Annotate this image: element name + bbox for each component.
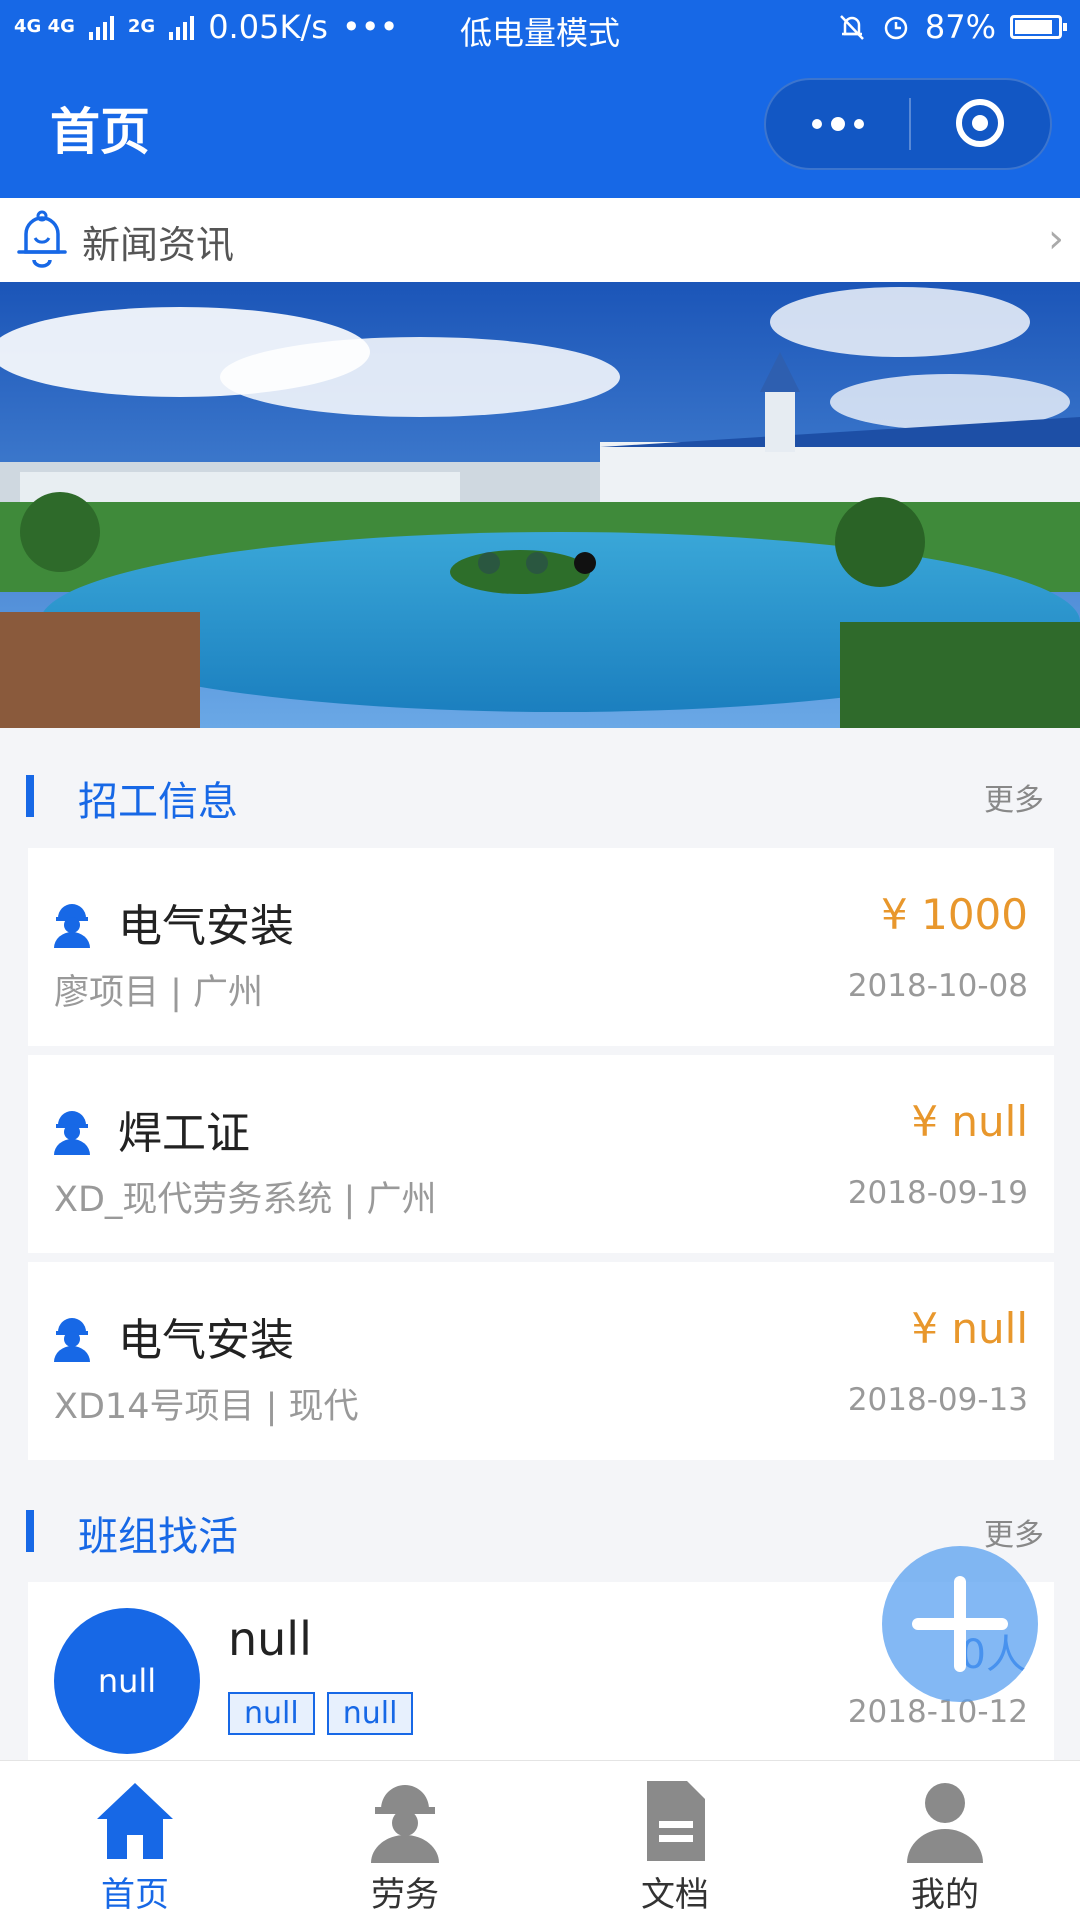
job-date: 2018-10-08 bbox=[847, 968, 1028, 1004]
team-name: null bbox=[228, 1612, 312, 1666]
section-accent-bar bbox=[26, 1510, 34, 1552]
job-card[interactable]: 电气安装 ¥ 1000 廖项目 | 广州 2018-10-08 bbox=[28, 848, 1054, 1046]
battery-icon bbox=[1010, 15, 1067, 39]
job-price: ¥ null bbox=[911, 1097, 1028, 1146]
tab-documents[interactable]: 文档 bbox=[540, 1761, 810, 1921]
team-date: 2018-10-12 bbox=[847, 1694, 1028, 1730]
recruit-section-title: 招工信息 bbox=[78, 779, 238, 825]
team-tag: null bbox=[228, 1692, 315, 1735]
team-tags: null null bbox=[228, 1692, 414, 1735]
carousel-dot[interactable] bbox=[478, 552, 500, 574]
mute-bell-icon bbox=[839, 15, 864, 40]
worker-icon bbox=[371, 1785, 439, 1863]
job-project: 廖项目 | 广州 bbox=[54, 973, 264, 1013]
chevron-right-icon: › bbox=[1048, 216, 1064, 262]
job-title: 电气安装 bbox=[118, 1315, 294, 1366]
capsule-divider bbox=[909, 98, 911, 150]
job-card[interactable]: 电气安装 ¥ null XD14号项目 | 现代 2018-09-13 bbox=[28, 1262, 1054, 1460]
job-date: 2018-09-13 bbox=[847, 1382, 1028, 1418]
job-title: 电气安装 bbox=[118, 901, 294, 952]
tab-label: 文档 bbox=[641, 1875, 709, 1915]
close-program-button[interactable] bbox=[956, 99, 1004, 147]
tab-home[interactable]: 首页 bbox=[0, 1761, 270, 1921]
navigation-bar: 首页 bbox=[0, 56, 1080, 198]
battery-fill bbox=[1015, 20, 1052, 34]
battery-percent: 87% bbox=[924, 8, 996, 46]
news-bar[interactable]: 新闻资讯 › bbox=[0, 198, 1080, 282]
tab-label: 我的 bbox=[911, 1875, 979, 1915]
tab-label: 首页 bbox=[101, 1875, 169, 1915]
add-button[interactable] bbox=[882, 1546, 1038, 1702]
worker-icon bbox=[54, 1111, 90, 1155]
tab-bar: 首页 劳务 文档 我的 bbox=[0, 1760, 1080, 1921]
bell-icon bbox=[17, 210, 67, 268]
alarm-icon bbox=[884, 16, 908, 40]
team-section-title: 班组找活 bbox=[78, 1514, 238, 1560]
news-label: 新闻资讯 bbox=[82, 223, 235, 267]
job-date: 2018-09-19 bbox=[847, 1175, 1028, 1211]
banner-carousel[interactable] bbox=[0, 282, 1080, 728]
carousel-indicators bbox=[478, 552, 596, 574]
tab-label: 劳务 bbox=[371, 1875, 439, 1915]
recruit-more-link[interactable]: 更多 bbox=[984, 775, 1044, 819]
team-avatar: null bbox=[54, 1608, 200, 1754]
page-title: 首页 bbox=[50, 103, 150, 161]
mini-program-capsule bbox=[764, 78, 1052, 170]
job-title: 焊工证 bbox=[118, 1108, 250, 1159]
job-price: ¥ null bbox=[911, 1304, 1028, 1353]
more-menu-button[interactable] bbox=[766, 80, 910, 168]
job-card[interactable]: 焊工证 ¥ null XD_现代劳务系统 | 广州 2018-09-19 bbox=[28, 1055, 1054, 1253]
tab-profile[interactable]: 我的 bbox=[810, 1761, 1080, 1921]
worker-icon bbox=[54, 904, 90, 948]
job-price: ¥ 1000 bbox=[881, 890, 1028, 939]
carousel-dot[interactable] bbox=[526, 552, 548, 574]
user-icon bbox=[907, 1783, 983, 1863]
status-right: 87% bbox=[837, 8, 1067, 46]
recruit-section-header: 招工信息 更多 bbox=[0, 757, 1080, 837]
tab-labor[interactable]: 劳务 bbox=[270, 1761, 540, 1921]
team-tag: null bbox=[326, 1692, 414, 1735]
job-project: XD14号项目 | 现代 bbox=[54, 1387, 359, 1427]
banner-image bbox=[0, 282, 1080, 728]
team-more-link[interactable]: 更多 bbox=[984, 1510, 1044, 1554]
home-icon bbox=[97, 1783, 173, 1859]
worker-icon bbox=[54, 1318, 90, 1362]
status-bar: 4G 4G 2G 0.05K/s ••• 低电量模式 87% bbox=[0, 0, 1080, 56]
section-accent-bar bbox=[26, 775, 34, 817]
document-icon bbox=[647, 1781, 705, 1861]
carousel-dot[interactable] bbox=[574, 552, 596, 574]
job-project: XD_现代劳务系统 | 广州 bbox=[54, 1180, 437, 1220]
